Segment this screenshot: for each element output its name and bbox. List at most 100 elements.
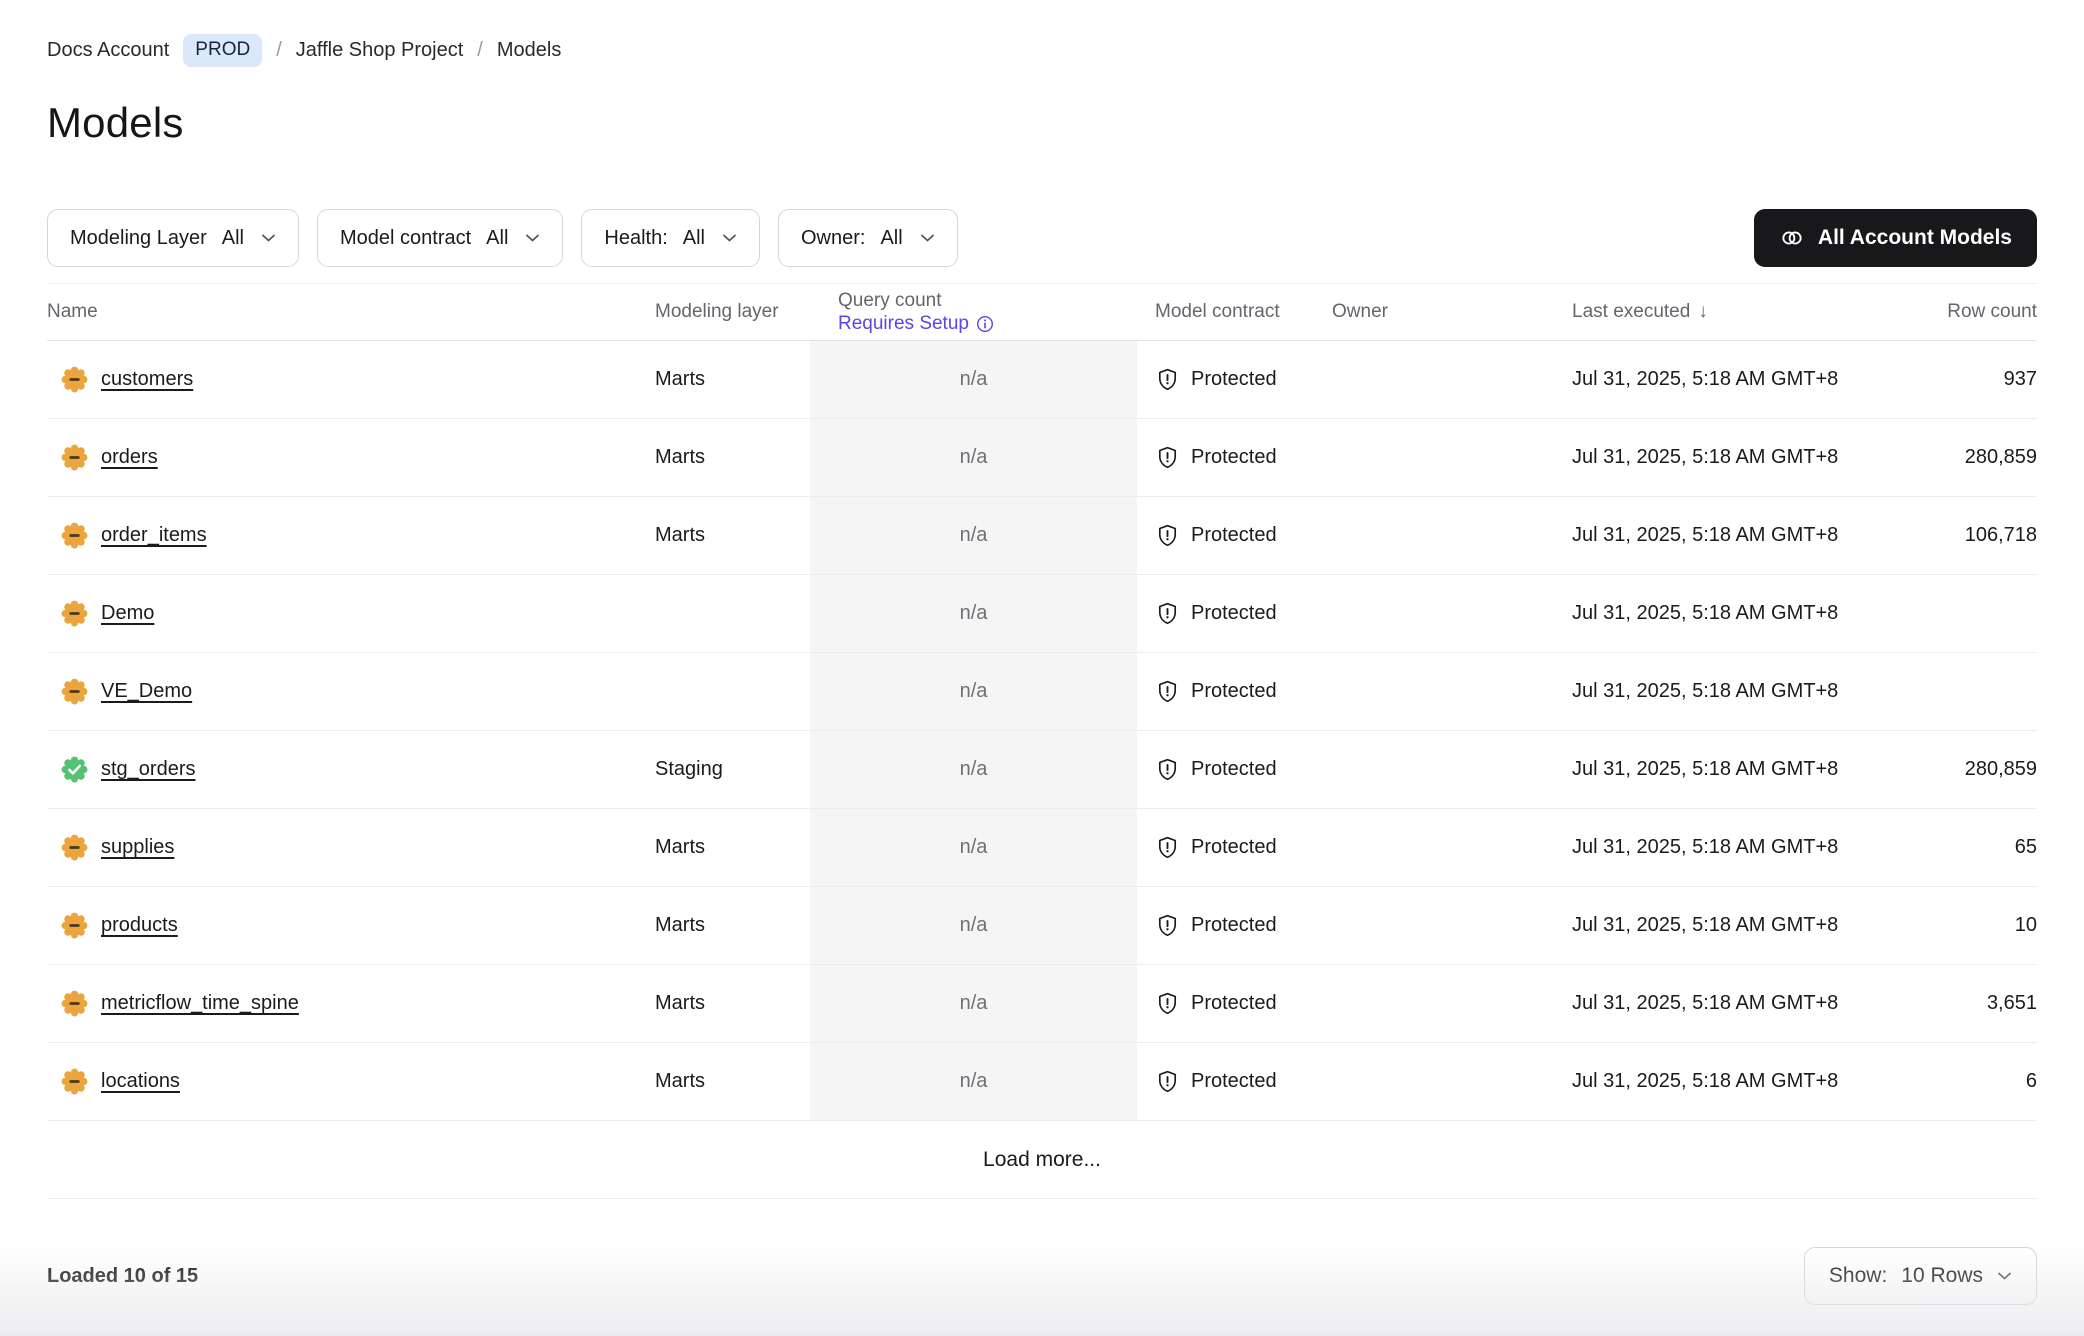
filter-label: Owner: [801, 227, 865, 250]
info-icon[interactable] [976, 315, 994, 333]
query-count-label: Query count [838, 289, 1137, 312]
environment-badge: PROD [183, 34, 262, 67]
breadcrumb-account[interactable]: Docs Account [47, 39, 169, 62]
model-name-link[interactable]: customers [101, 368, 193, 391]
model-contract-cell: Protected [1137, 367, 1332, 392]
filter-label: Model contract [340, 227, 471, 250]
last-executed-cell: Jul 31, 2025, 5:18 AM GMT+8 [1502, 368, 1852, 391]
shield-icon [1155, 835, 1180, 860]
chevron-down-icon [1997, 1271, 2012, 1281]
filter-bar: Modeling Layer All Model contract All He… [47, 209, 2037, 267]
chevron-down-icon [261, 233, 276, 243]
column-header-last-executed[interactable]: Last executed ↓ [1502, 301, 1852, 323]
name-cell: Demo [47, 600, 655, 627]
sort-descending-icon: ↓ [1698, 301, 1708, 323]
breadcrumb: Docs Account PROD / Jaffle Shop Project … [47, 34, 2037, 67]
last-executed-cell: Jul 31, 2025, 5:18 AM GMT+8 [1502, 914, 1852, 937]
model-name-link[interactable]: VE_Demo [101, 680, 192, 703]
column-header-modeling-layer[interactable]: Modeling layer [655, 301, 810, 323]
name-cell: metricflow_time_spine [47, 990, 655, 1017]
filter-label: Health: [604, 227, 667, 250]
shield-icon [1155, 1069, 1180, 1094]
health-warning-icon [61, 912, 88, 939]
table-row: VE_Demo n/a Protected Jul 31, 2025, 5:18… [47, 653, 2037, 731]
modeling-layer-cell: Marts [655, 524, 810, 547]
model-contract-label: Protected [1191, 680, 1277, 703]
table-row: locations Marts n/a Protected Jul 31, 20… [47, 1043, 2037, 1121]
row-count-cell: 937 [1852, 368, 2037, 391]
query-count-cell: n/a [810, 965, 1137, 1042]
model-contract-cell: Protected [1137, 991, 1332, 1016]
models-table: Name Modeling layer Query count Requires… [47, 283, 2037, 1199]
load-more-row: Load more... [47, 1121, 2037, 1199]
requires-setup-link[interactable]: Requires Setup [838, 312, 1137, 335]
filter-value: All [486, 227, 508, 250]
load-more-button[interactable]: Load more... [983, 1148, 1101, 1172]
filter-model-contract[interactable]: Model contract All [317, 209, 563, 267]
last-executed-cell: Jul 31, 2025, 5:18 AM GMT+8 [1502, 524, 1852, 547]
model-contract-cell: Protected [1137, 835, 1332, 860]
last-executed-cell: Jul 31, 2025, 5:18 AM GMT+8 [1502, 758, 1852, 781]
model-name-link[interactable]: orders [101, 446, 158, 469]
chain-link-icon [1779, 225, 1805, 251]
name-cell: orders [47, 444, 655, 471]
breadcrumb-project[interactable]: Jaffle Shop Project [296, 39, 464, 62]
model-contract-label: Protected [1191, 914, 1277, 937]
model-contract-label: Protected [1191, 602, 1277, 625]
last-executed-cell: Jul 31, 2025, 5:18 AM GMT+8 [1502, 836, 1852, 859]
model-contract-label: Protected [1191, 758, 1277, 781]
query-count-cell: n/a [810, 419, 1137, 496]
show-label: Show: [1829, 1264, 1887, 1288]
shield-icon [1155, 367, 1180, 392]
column-header-row-count[interactable]: Row count [1852, 301, 2037, 323]
health-warning-icon [61, 600, 88, 627]
loaded-count-text: Loaded 10 of 15 [47, 1265, 198, 1288]
shield-icon [1155, 601, 1180, 626]
filter-value: All [222, 227, 244, 250]
table-row: metricflow_time_spine Marts n/a Protecte… [47, 965, 2037, 1043]
last-executed-cell: Jul 31, 2025, 5:18 AM GMT+8 [1502, 680, 1852, 703]
table-row: orders Marts n/a Protected Jul 31, 2025,… [47, 419, 2037, 497]
model-name-link[interactable]: Demo [101, 602, 154, 625]
health-warning-icon [61, 444, 88, 471]
query-count-cell: n/a [810, 575, 1137, 652]
show-value: 10 Rows [1901, 1264, 1983, 1288]
filter-modeling-layer[interactable]: Modeling Layer All [47, 209, 299, 267]
column-header-model-contract[interactable]: Model contract [1137, 301, 1332, 323]
column-header-name[interactable]: Name [47, 301, 655, 323]
chevron-down-icon [920, 233, 935, 243]
model-name-link[interactable]: products [101, 914, 178, 937]
model-contract-cell: Protected [1137, 523, 1332, 548]
model-name-link[interactable]: supplies [101, 836, 174, 859]
column-header-owner[interactable]: Owner [1332, 301, 1502, 323]
model-name-link[interactable]: stg_orders [101, 758, 196, 781]
filter-value: All [683, 227, 705, 250]
model-name-link[interactable]: metricflow_time_spine [101, 992, 299, 1015]
model-contract-label: Protected [1191, 992, 1277, 1015]
last-executed-cell: Jul 31, 2025, 5:18 AM GMT+8 [1502, 446, 1852, 469]
filter-owner[interactable]: Owner: All [778, 209, 958, 267]
filter-health[interactable]: Health: All [581, 209, 760, 267]
table-body: customers Marts n/a Protected Jul 31, 20… [47, 341, 2037, 1121]
name-cell: order_items [47, 522, 655, 549]
health-warning-icon [61, 990, 88, 1017]
table-row: supplies Marts n/a Protected Jul 31, 202… [47, 809, 2037, 887]
query-count-cell: n/a [810, 341, 1137, 418]
rows-per-page-select[interactable]: Show: 10 Rows [1804, 1247, 2037, 1305]
modeling-layer-cell: Marts [655, 914, 810, 937]
filter-value: All [880, 227, 902, 250]
page-title: Models [47, 99, 2037, 147]
model-name-link[interactable]: order_items [101, 524, 207, 547]
all-account-models-button[interactable]: All Account Models [1754, 209, 2037, 267]
name-cell: products [47, 912, 655, 939]
modeling-layer-cell: Marts [655, 1070, 810, 1093]
model-contract-cell: Protected [1137, 1069, 1332, 1094]
table-row: order_items Marts n/a Protected Jul 31, … [47, 497, 2037, 575]
shield-icon [1155, 913, 1180, 938]
table-row: customers Marts n/a Protected Jul 31, 20… [47, 341, 2037, 419]
name-cell: stg_orders [47, 756, 655, 783]
model-contract-label: Protected [1191, 1070, 1277, 1093]
shield-icon [1155, 679, 1180, 704]
model-name-link[interactable]: locations [101, 1070, 180, 1093]
table-row: Demo n/a Protected Jul 31, 2025, 5:18 AM… [47, 575, 2037, 653]
